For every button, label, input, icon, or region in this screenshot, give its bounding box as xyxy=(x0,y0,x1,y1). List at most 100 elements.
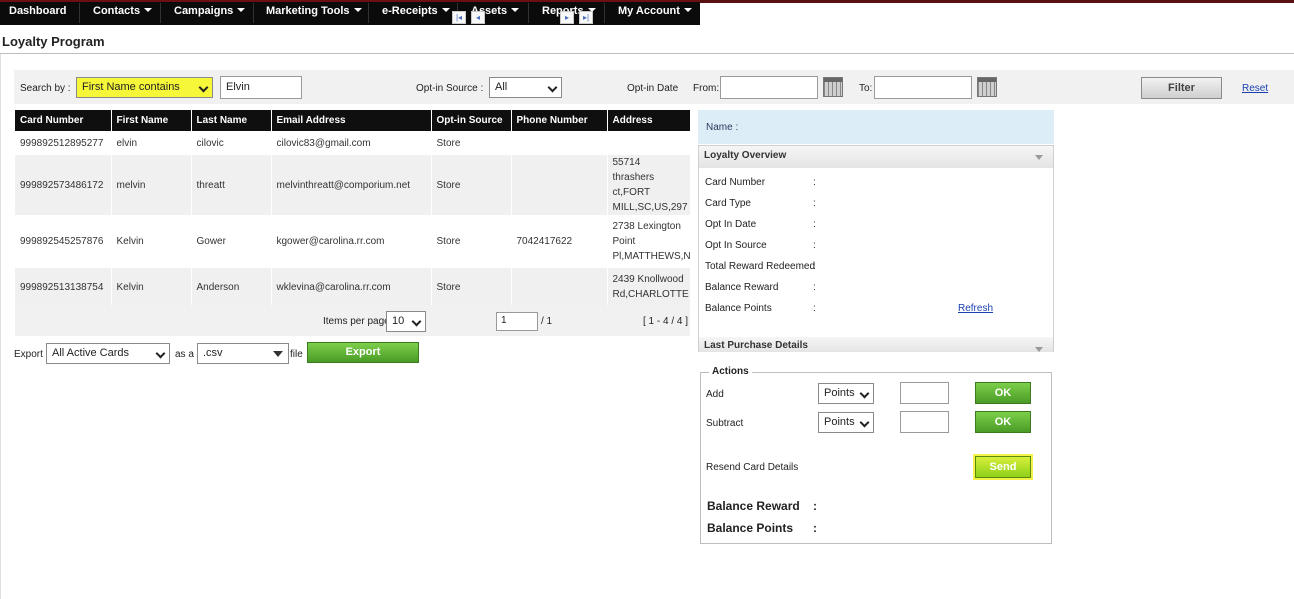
export-button[interactable]: Export xyxy=(307,342,419,363)
optin-date-label: Opt-in Date xyxy=(627,83,679,94)
first-page-button[interactable]: |◂ xyxy=(452,11,466,24)
next-page-button[interactable]: ▸ xyxy=(560,11,574,24)
column-header-address[interactable]: Address xyxy=(607,110,691,131)
to-date-input[interactable] xyxy=(874,76,972,99)
optin-source-select[interactable]: All xyxy=(489,77,562,98)
nav-separator xyxy=(79,3,80,23)
nav-campaigns-label: Campaigns xyxy=(174,5,234,17)
chevron-down-icon xyxy=(237,8,246,12)
add-ok-button[interactable]: OK xyxy=(975,382,1031,404)
cell-phone xyxy=(511,155,608,215)
field-balance-points-label: Balance Points xyxy=(705,303,772,314)
cell-address: 2439 Knollwood Rd,CHARLOTTE xyxy=(607,268,691,306)
member-name-label: Name : xyxy=(706,122,739,133)
to-label: To: xyxy=(859,83,873,94)
send-button[interactable]: Send xyxy=(975,456,1031,478)
field-colon: : xyxy=(813,198,816,209)
field-colon: : xyxy=(813,282,816,293)
add-unit-value: Points xyxy=(824,387,855,399)
field-card-type-label: Card Type xyxy=(705,198,751,209)
chevron-down-icon xyxy=(441,8,450,12)
loyalty-overview-header[interactable]: Loyalty Overview xyxy=(699,146,1053,168)
nav-e-receipts[interactable]: e-Receipts xyxy=(382,5,450,17)
chevron-down-icon xyxy=(547,82,558,93)
search-by-label: Search by : xyxy=(20,83,71,94)
cell-email: melvinthreatt@comporium.net xyxy=(271,155,432,215)
nav-separator xyxy=(368,3,369,23)
loyalty-overview-title: Loyalty Overview xyxy=(704,150,787,161)
field-total-reward-redeemed-label: Total Reward Redeemed xyxy=(705,261,816,272)
column-header-last-name[interactable]: Last Name xyxy=(191,110,272,131)
subtract-unit-select[interactable]: Points xyxy=(818,412,874,433)
nav-dashboard[interactable]: Dashboard xyxy=(9,5,66,17)
column-header-email[interactable]: Email Address xyxy=(271,110,432,131)
last-page-button[interactable]: ▸| xyxy=(579,11,593,24)
field-colon: : xyxy=(813,219,816,230)
search-text-input[interactable]: Elvin xyxy=(220,76,302,99)
refresh-link[interactable]: Refresh xyxy=(958,303,993,314)
prev-page-button[interactable]: ◂ xyxy=(471,11,485,24)
nav-separator xyxy=(528,3,529,23)
cell-last-name: cilovic xyxy=(191,131,272,155)
subtract-ok-button[interactable]: OK xyxy=(975,411,1031,433)
last-purchase-header[interactable]: Last Purchase Details xyxy=(699,337,1053,352)
nav-separator xyxy=(160,3,161,23)
nav-separator xyxy=(604,3,605,23)
chevron-down-icon xyxy=(273,351,283,357)
add-unit-select[interactable]: Points xyxy=(818,383,874,404)
items-per-page-value: 10 xyxy=(392,315,405,327)
nav-marketing-tools[interactable]: Marketing Tools xyxy=(266,5,362,17)
collapse-arrow-icon xyxy=(1035,347,1043,352)
cell-card-number: 999892513138754 xyxy=(15,268,112,306)
export-as-label: as a xyxy=(175,349,194,360)
nav-my-account[interactable]: My Account xyxy=(618,5,692,17)
nav-campaigns[interactable]: Campaigns xyxy=(174,5,246,17)
from-date-input[interactable] xyxy=(720,76,818,99)
field-card-number-label: Card Number xyxy=(705,177,766,188)
table-row[interactable]: 999892513138754 Kelvin Anderson wklevina… xyxy=(15,268,691,306)
resend-card-details-label: Resend Card Details xyxy=(706,462,799,473)
cell-address: 55714 thrashers ct,FORT MILL,SC,US,297 xyxy=(607,155,691,215)
chevron-down-icon xyxy=(353,8,362,12)
export-format-value: .csv xyxy=(203,347,223,359)
add-amount-input[interactable] xyxy=(900,382,949,404)
calendar-icon[interactable] xyxy=(977,77,997,97)
reset-link[interactable]: Reset xyxy=(1242,83,1268,94)
export-format-select[interactable]: .csv xyxy=(197,343,289,364)
cell-optin-source: Store xyxy=(431,155,512,215)
column-header-phone[interactable]: Phone Number xyxy=(511,110,608,131)
optin-source-label: Opt-in Source : xyxy=(416,83,484,94)
table-header-row: Card Number First Name Last Name Email A… xyxy=(15,110,691,131)
chevron-down-icon xyxy=(198,82,209,93)
search-text-value: Elvin xyxy=(226,81,250,93)
next-page-icon: ▸ xyxy=(564,13,569,22)
page-number-input[interactable]: 1 xyxy=(496,312,538,331)
export-file-label: file xyxy=(290,349,303,360)
cell-first-name: Kelvin xyxy=(111,215,192,268)
cell-address xyxy=(607,131,691,155)
column-header-optin-source[interactable]: Opt-in Source xyxy=(431,110,512,131)
field-balance-reward-label: Balance Reward xyxy=(705,282,779,293)
table-row[interactable]: 999892573486172 melvin threatt melvinthr… xyxy=(15,155,691,215)
cell-email: wklevina@carolina.rr.com xyxy=(271,268,432,306)
filter-button[interactable]: Filter xyxy=(1141,77,1222,99)
nav-dashboard-label: Dashboard xyxy=(9,5,67,17)
column-header-first-name[interactable]: First Name xyxy=(111,110,192,131)
nav-contacts[interactable]: Contacts xyxy=(93,5,153,17)
table-row[interactable]: 999892545257876 Kelvin Gower kgower@caro… xyxy=(15,215,691,268)
cell-email: kgower@carolina.rr.com xyxy=(271,215,432,268)
cell-email: cilovic83@gmail.com xyxy=(271,131,432,155)
cell-first-name: elvin xyxy=(111,131,192,155)
export-cards-select[interactable]: All Active Cards xyxy=(46,343,170,364)
field-colon: : xyxy=(813,261,816,272)
prev-page-icon: ◂ xyxy=(475,13,480,22)
column-header-card-number[interactable]: Card Number xyxy=(15,110,112,131)
items-per-page-select[interactable]: 10 xyxy=(386,311,426,332)
nav-contacts-label: Contacts xyxy=(93,5,141,17)
cell-card-number: 999892573486172 xyxy=(15,155,112,215)
calendar-icon[interactable] xyxy=(823,77,843,97)
table-row[interactable]: 999892512895277 elvin cilovic cilovic83@… xyxy=(15,131,691,155)
subtract-amount-input[interactable] xyxy=(900,411,949,433)
chevron-down-icon xyxy=(859,417,870,428)
search-by-select[interactable]: First Name contains xyxy=(76,77,213,98)
